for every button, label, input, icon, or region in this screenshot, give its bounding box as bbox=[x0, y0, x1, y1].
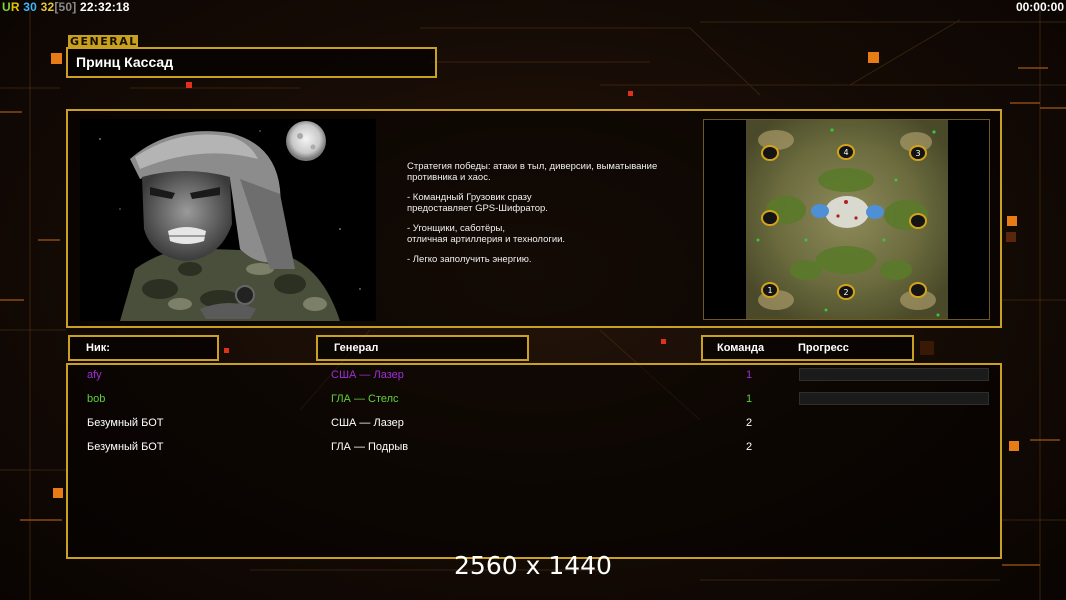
hud-status: UR 30 32[50] 22:32:18 bbox=[2, 0, 130, 14]
header-general: Генерал bbox=[316, 335, 529, 361]
description-line: - Угонщики, саботёры, отличная артиллери… bbox=[407, 223, 566, 245]
accent-square bbox=[224, 348, 229, 353]
start-position-label: 3 bbox=[915, 149, 920, 158]
accent-square bbox=[661, 339, 666, 344]
accent-square bbox=[51, 53, 62, 64]
hud-ur-r: R bbox=[10, 0, 20, 14]
general-description: Стратегия победы: атаки в тыл, диверсии,… bbox=[407, 161, 697, 274]
header-team-progress: Команда Прогресс bbox=[701, 335, 914, 361]
hud-clock: 22:32:18 bbox=[80, 0, 130, 14]
map-preview: 1 2 3 4 bbox=[746, 120, 948, 319]
start-position-label: 1 bbox=[767, 286, 772, 295]
player-general: ГЛА — Подрыв bbox=[331, 441, 409, 453]
player-general: США — Лазер bbox=[331, 417, 404, 429]
hud-count-a: 30 bbox=[23, 0, 38, 14]
accent-square bbox=[1009, 441, 1019, 451]
accent-square bbox=[1007, 216, 1017, 226]
accent-square bbox=[53, 488, 63, 498]
player-team: 1 bbox=[745, 369, 753, 381]
accent-square bbox=[868, 52, 879, 63]
general-name: Принц Кассад bbox=[66, 47, 437, 78]
player-progress-bar bbox=[799, 368, 989, 381]
resolution-caption: 2560 x 1440 bbox=[454, 551, 612, 580]
player-team: 2 bbox=[745, 441, 753, 453]
hud-count-b: 32 bbox=[40, 0, 55, 14]
player-nick: Безумный БОТ bbox=[87, 441, 164, 453]
start-position-label: 4 bbox=[843, 148, 848, 157]
soldier-portrait bbox=[80, 119, 376, 321]
player-table: afy США — Лазер 1 bob ГЛА — Стелс 1 Безу… bbox=[66, 363, 1002, 559]
hud-timer: 00:00:00 bbox=[1015, 0, 1064, 14]
table-row: Безумный БОТ ГЛА — Подрыв 2 bbox=[68, 437, 1000, 461]
accent-square bbox=[920, 341, 934, 355]
start-position-label: 2 bbox=[843, 288, 848, 297]
accent-square bbox=[186, 82, 192, 88]
table-row: bob ГЛА — Стелс 1 bbox=[68, 389, 1000, 413]
map-preview-art: 1 2 3 4 bbox=[746, 120, 948, 319]
player-general: США — Лазер bbox=[331, 369, 404, 381]
player-progress-bar bbox=[799, 392, 989, 405]
table-row: Безумный БОТ США — Лазер 2 bbox=[68, 413, 1000, 437]
description-line: Стратегия победы: атаки в тыл, диверсии,… bbox=[407, 161, 658, 183]
player-team: 2 bbox=[745, 417, 753, 429]
hud-count-c: [50] bbox=[54, 0, 77, 14]
player-nick: Безумный БОТ bbox=[87, 417, 164, 429]
player-nick: bob bbox=[87, 393, 106, 405]
accent-square bbox=[1006, 232, 1016, 242]
player-team: 1 bbox=[745, 393, 753, 405]
description-line: - Командный Грузовик сразу предоставляет… bbox=[407, 192, 548, 214]
hud-ur-u: U bbox=[2, 0, 11, 14]
soldier-portrait-art bbox=[80, 119, 376, 321]
accent-square bbox=[628, 91, 633, 96]
header-team: Команда bbox=[717, 342, 765, 354]
player-general: ГЛА — Стелс bbox=[331, 393, 399, 405]
header-progress: Прогресс bbox=[798, 342, 849, 354]
table-row: afy США — Лазер 1 bbox=[68, 365, 1000, 389]
description-line: - Легко заполучить энергию. bbox=[407, 254, 532, 265]
player-nick: afy bbox=[87, 369, 102, 381]
header-nick: Ник: bbox=[68, 335, 219, 361]
